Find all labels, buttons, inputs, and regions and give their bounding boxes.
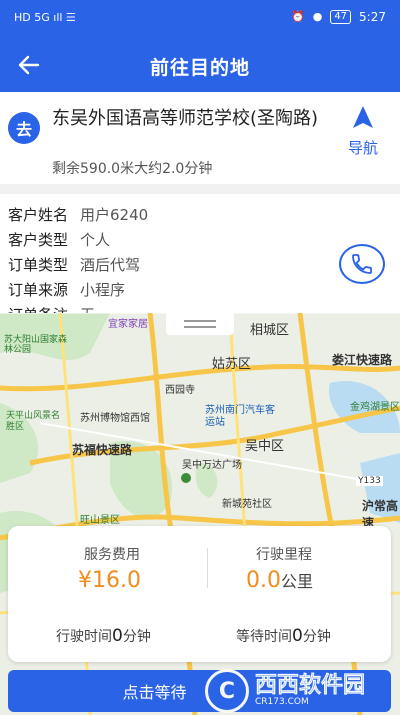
drive-time-unit: 分钟 [122,629,151,645]
wait-time-value: 0 [292,626,303,646]
watermark-text: 西西软件园 CR173.COM [255,673,366,707]
distance-unit: 公里 [281,572,314,591]
fare-card: 服务费用 ¥16.0 行驶里程 0.0公里 行驶时间0分钟 等待时间0分钟 [8,526,391,662]
map-label: 吴中区 [245,439,285,454]
watermark-brand: 西西软件园 [255,673,366,698]
drive-time-value: 0 [112,626,123,646]
map-label: 姑苏区 [212,357,252,372]
info-key: 订单类型 [8,256,69,274]
map-label: 新城苑社区 [222,499,272,510]
map-label: 相城区 [250,323,290,338]
page-title: 前往目的地 [149,57,250,79]
status-time: 5:27 [359,10,386,24]
map-label: 娄江快速路 [332,353,393,367]
info-row: 订单来源 小程序 [8,279,125,301]
navigate-button[interactable]: 导航 [340,105,386,158]
call-button[interactable] [339,244,385,284]
distance-label: 行驶里程 [256,547,312,563]
map-label: 旺山景区 [80,515,120,526]
info-key: 订单来源 [8,281,69,299]
distance-readout: 0.0公里 [246,568,313,593]
navigation-arrow-icon [353,106,373,128]
remaining-distance: 剩余590.0米大约2.0分钟 [52,161,213,177]
map-label: 吴中万达广场 [182,460,242,471]
location-icon: ● [312,10,323,23]
map-label: 苏州南门汽车客运站 [205,405,275,428]
alarm-icon: ⏰ [291,10,305,23]
map-label: 苏福快速路 [72,443,133,457]
info-value: 酒后代驾 [80,256,141,274]
map-label: 天平山风景名胜区 [6,411,61,432]
network-icons: HD 5G ıll ☰ [14,11,76,24]
status-right: ⏰ ● 47 5:27 [291,10,386,24]
wait-button-label: 点击等待 [122,683,187,702]
status-left: HD 5G ıll ☰ [14,11,76,25]
watermark-url: CR173.COM [255,697,309,707]
section-divider [0,184,400,194]
phone-icon [352,254,372,274]
navigate-label: 导航 [347,139,378,157]
fare-divider [207,548,208,588]
battery-indicator: 47 [330,10,352,24]
wait-time: 等待时间0分钟 [236,626,331,646]
info-value: 个人 [80,231,111,249]
wait-time-label: 等待时间 [236,629,292,645]
destination-name: 东吴外国语高等师范学校(圣陶路) [52,108,319,129]
info-row: 客户姓名 用户6240 [8,204,148,226]
map-label: 西园寺 [165,385,195,396]
drive-time: 行驶时间0分钟 [56,626,151,646]
customer-info: 客户姓名用户6240 客户类型个人 订单类型酒后代驾 订单来源小程序 订单备注无 [0,194,400,314]
info-row: 订单类型 酒后代驾 [8,254,140,276]
app-root: HD 5G ıll ☰ ⏰ ● 47 5:27 前往目的地 去 东吴外国语高等师… [0,0,400,715]
info-value: 用户6240 [80,206,149,224]
info-key: 客户姓名 [8,206,69,224]
go-badge: 去 [8,112,40,144]
info-key: 客户类型 [8,231,69,249]
map-label: Y133 [356,476,383,486]
app-bar: 前往目的地 [0,38,400,92]
status-bar: HD 5G ıll ☰ ⏰ ● 47 5:27 [0,0,400,38]
watermark: C 西西软件园 CR173.COM [205,668,395,714]
fee-value: ¥16.0 [78,568,141,593]
map-label: 苏州博物馆西馆 [80,413,150,424]
watermark-logo-icon: C [205,669,249,713]
info-value: 小程序 [80,281,126,299]
drive-time-label: 行驶时间 [56,629,112,645]
map-label: 金鸡湖景区 [350,402,400,413]
distance-value: 0.0 [246,568,281,593]
drag-handle[interactable] [166,313,234,335]
map-label: 苏大阳山国家森林公园 [4,335,68,355]
map-label: 宜家家居 [108,319,148,330]
fee-label: 服务费用 [84,547,140,563]
wait-time-unit: 分钟 [302,629,331,645]
info-row: 客户类型 个人 [8,229,110,251]
